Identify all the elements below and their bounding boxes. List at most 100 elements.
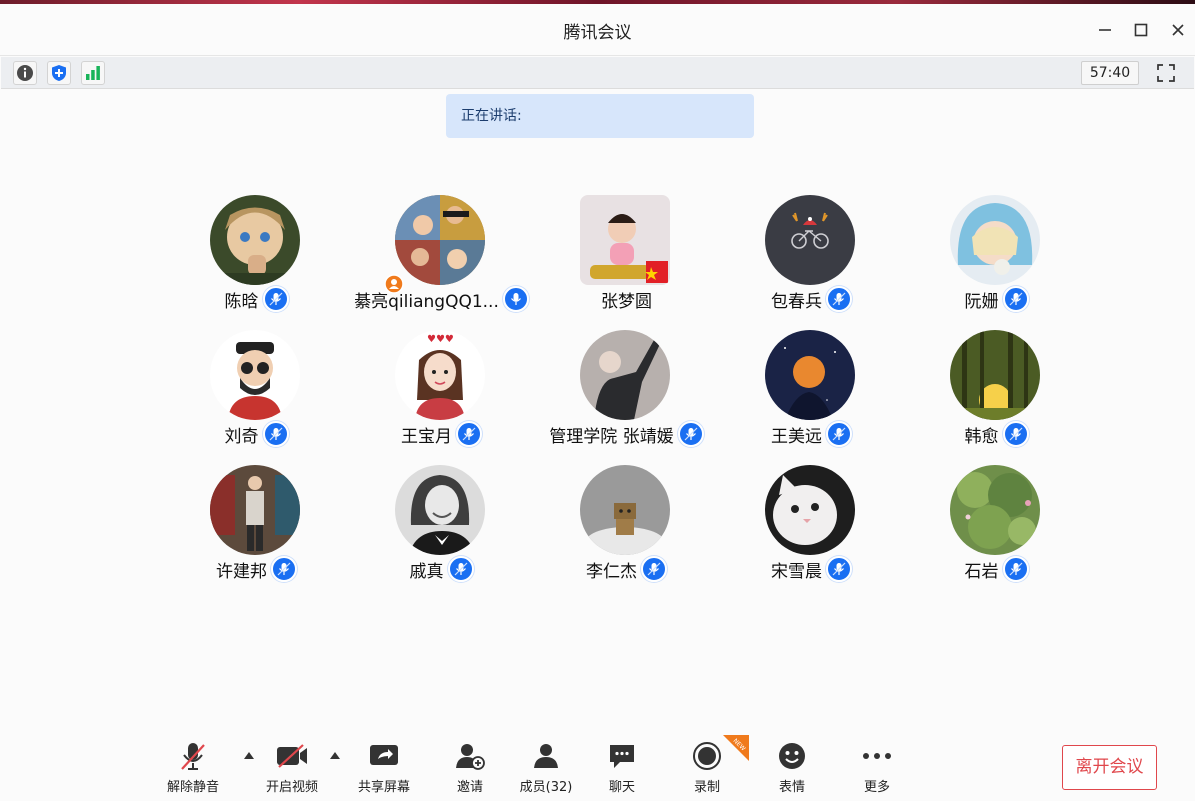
minimize-button[interactable] [1093,18,1117,42]
participant-name-line: 王宝月 [339,421,544,447]
microphone-icon [277,562,291,576]
green-tree-avatar [950,465,1040,555]
participant-name-line: 綦亮qiliangQQ1... [339,286,544,312]
leave-meeting-button[interactable]: 离开会议 [1062,745,1157,790]
avatar [580,195,670,285]
participant-tile[interactable]: 宋雪晨 [719,465,904,585]
participant-name: 李仁杰 [586,561,637,582]
avatar [580,465,670,555]
participant-name: 陈晗 [224,291,259,312]
meeting-info-toolbar: 57:40 [1,57,1194,89]
box-robot-avatar [580,465,670,555]
microphone-icon [1009,292,1022,306]
microphone-icon [647,562,661,576]
security-button[interactable] [47,61,71,85]
emoji-button[interactable]: 表情 [762,740,822,796]
participant-tile[interactable]: 韩愈 [904,330,1089,450]
smiling-woman-avatar [395,465,485,555]
avatar [580,330,670,420]
participant-name: 包春兵 [771,291,822,312]
participant-name: 王宝月 [401,426,452,447]
fullscreen-button[interactable] [1154,61,1178,85]
man-pointing-avatar [580,330,670,420]
participant-tile[interactable]: 戚真 [349,465,534,585]
microphone-icon [510,293,521,305]
avatar [765,330,855,420]
fullscreen-icon [1157,64,1175,82]
shield-icon [52,65,66,81]
info-icon [17,65,33,81]
more-dots-icon [863,753,891,759]
participant-tile[interactable]: 刘奇 [164,330,349,450]
signal-icon [86,66,100,80]
avatar [395,195,485,285]
meeting-timer: 57:40 [1081,61,1139,85]
members-icon [534,744,558,768]
microphone-icon [832,427,846,441]
participant-tile[interactable]: 李仁杰 [534,465,719,585]
microphone-icon [684,427,698,441]
participant-tile[interactable]: 张梦圆 [534,195,719,315]
avatar [950,465,1040,555]
participant-name-line: 李仁杰 [524,556,729,582]
participant-name-line: 管理学院 张靖媛 [524,421,729,447]
close-button[interactable] [1166,18,1190,42]
chat-button[interactable]: 聊天 [592,740,652,796]
network-status-button[interactable] [81,61,105,85]
participant-tile[interactable]: 陈晗 [164,195,349,315]
participant-name-line: 许建邦 [154,556,359,582]
participant-tile[interactable]: 包春兵 [719,195,904,315]
speaking-label: 正在讲话: [461,108,522,124]
maximize-icon [1134,23,1148,37]
participant-tile[interactable]: 阮姗 [904,195,1089,315]
share-screen-icon [370,745,398,765]
mic-status [262,421,289,447]
svg-text:♥♥♥: ♥♥♥ [427,334,454,345]
chat-icon [610,745,634,768]
microphone-icon [462,427,476,441]
emoji-icon [779,743,805,769]
participant-tile[interactable]: 许建邦 [164,465,349,585]
microphone-icon [832,292,846,306]
more-button[interactable]: 更多 [847,740,907,796]
mic-status [826,421,852,447]
microphone-icon [269,292,282,306]
avatar [765,465,855,555]
participant-name: 阮姗 [964,291,999,312]
participant-tile[interactable]: 石岩 [904,465,1089,585]
members-button[interactable]: 成员(32) [516,740,576,796]
avatar [765,195,855,285]
new-badge: NEW [723,735,749,761]
participant-name: 宋雪晨 [771,561,822,582]
share-screen-button[interactable]: 共享屏幕 [354,740,414,796]
participant-tile[interactable]: 王美远 [719,330,904,450]
anime-boy-avatar [210,195,300,285]
participant-name-line: 韩愈 [894,421,1099,447]
unmute-button[interactable]: 解除静音 [163,740,223,796]
cartoon-girl-avatar: ♥♥♥ [395,330,485,420]
participant-tile[interactable]: 管理学院 张靖媛 [534,330,719,450]
participant-name: 韩愈 [964,426,999,447]
participant-name-line: 宋雪晨 [709,556,914,582]
participant-tile[interactable]: ♥♥♥ 王宝月 [349,330,534,450]
meeting-info-button[interactable] [13,61,37,85]
mic-status [447,556,474,582]
avatar [395,465,485,555]
video-options-caret[interactable] [330,752,340,759]
mic-status [1002,556,1029,582]
start-video-button[interactable]: 开启视频 [262,740,322,796]
mic-status [826,286,852,312]
girl-blue-hood-avatar [950,195,1040,285]
avatar [950,195,1040,285]
invite-button[interactable]: 邀请 [440,740,500,796]
avatar: ♥♥♥ [395,330,485,420]
participant-name: 张梦圆 [601,291,652,312]
mic-status [677,421,704,447]
maximize-button[interactable] [1129,18,1153,42]
street-person-avatar [210,465,300,555]
participant-tile[interactable]: 綦亮qiliangQQ1... [349,195,534,315]
white-cat-avatar [765,465,855,555]
participant-name-line: 刘奇 [154,421,359,447]
participant-name-line: 戚真 [339,556,544,582]
audio-options-caret[interactable] [244,752,254,759]
